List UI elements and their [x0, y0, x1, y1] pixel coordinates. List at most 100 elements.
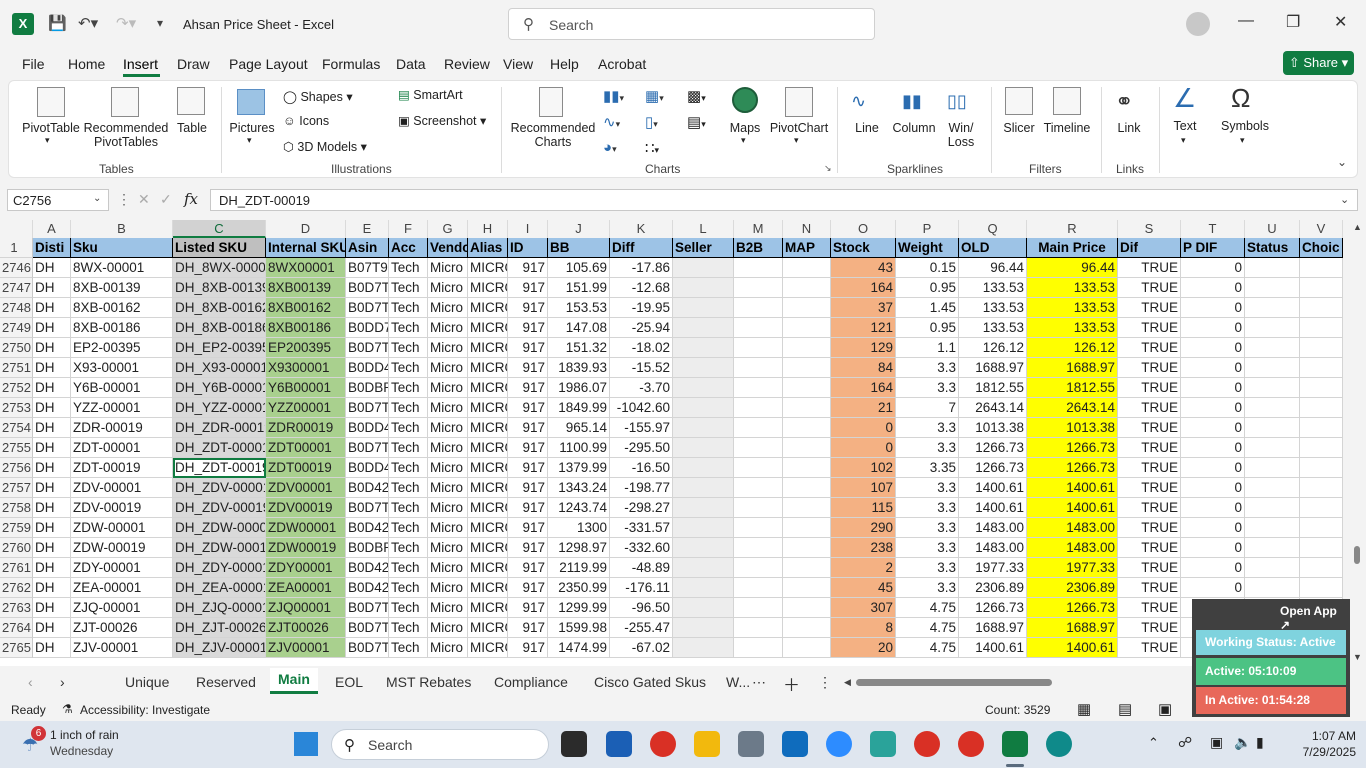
- cell[interactable]: 8XB00162: [266, 298, 346, 318]
- cell[interactable]: [783, 258, 831, 278]
- cell[interactable]: DH_8XB-00162: [173, 298, 266, 318]
- cell[interactable]: Tech: [389, 638, 428, 658]
- cell[interactable]: TRUE: [1118, 358, 1181, 378]
- cell[interactable]: [734, 598, 783, 618]
- row-header[interactable]: 2754: [0, 418, 33, 438]
- cell[interactable]: DH_ZDV-00019: [173, 498, 266, 518]
- cell[interactable]: DH_ZDW-00001: [173, 518, 266, 538]
- cell[interactable]: [1245, 538, 1300, 558]
- header-cell-weight[interactable]: Weight: [896, 238, 959, 258]
- cell[interactable]: 917: [508, 418, 548, 438]
- cell[interactable]: ZDW-00019: [71, 538, 173, 558]
- cell[interactable]: [783, 378, 831, 398]
- pictures-button[interactable]: Pictures: [227, 121, 277, 135]
- collapse-ribbon-icon[interactable]: ⌄: [1337, 155, 1347, 169]
- cell[interactable]: Micro: [428, 538, 468, 558]
- cell[interactable]: [1300, 278, 1343, 298]
- cell[interactable]: Tech: [389, 338, 428, 358]
- cell[interactable]: TRUE: [1118, 398, 1181, 418]
- cell[interactable]: -331.57: [610, 518, 673, 538]
- cell[interactable]: 133.53: [959, 298, 1027, 318]
- scroll-thumb[interactable]: [1354, 546, 1360, 564]
- clock-date[interactable]: 7/29/2025: [1282, 745, 1356, 759]
- cell[interactable]: [734, 338, 783, 358]
- cell[interactable]: -25.94: [610, 318, 673, 338]
- cell[interactable]: ZJT-00026: [71, 618, 173, 638]
- cell[interactable]: DH: [33, 538, 71, 558]
- app-icon[interactable]: [870, 731, 896, 757]
- cell[interactable]: 0: [1181, 478, 1245, 498]
- cell[interactable]: -1042.60: [610, 398, 673, 418]
- cell[interactable]: 1688.97: [959, 618, 1027, 638]
- cell[interactable]: 1300: [548, 518, 610, 538]
- header-cell-listed-sku[interactable]: Listed SKU: [173, 238, 266, 258]
- cell[interactable]: [734, 458, 783, 478]
- column-chart-icon[interactable]: ▮▮▾: [603, 87, 624, 105]
- cell[interactable]: 0: [1181, 458, 1245, 478]
- cell[interactable]: [1245, 298, 1300, 318]
- cell[interactable]: [673, 618, 734, 638]
- cell[interactable]: [673, 258, 734, 278]
- cell[interactable]: DH: [33, 638, 71, 658]
- cell[interactable]: TRUE: [1118, 498, 1181, 518]
- sheet-tab-mst-rebates[interactable]: MST Rebates: [386, 674, 471, 690]
- pie-chart-icon[interactable]: ◕▾: [603, 139, 617, 156]
- cell[interactable]: -332.60: [610, 538, 673, 558]
- cell[interactable]: 3.3: [896, 538, 959, 558]
- cell[interactable]: DH_ZJQ-00001: [173, 598, 266, 618]
- cell[interactable]: 3.35: [896, 458, 959, 478]
- cell[interactable]: 8WX00001: [266, 258, 346, 278]
- cell[interactable]: Tech: [389, 598, 428, 618]
- cell[interactable]: 151.99: [548, 278, 610, 298]
- cell[interactable]: MICRO: [468, 618, 508, 638]
- undo-icon[interactable]: ↶▾: [78, 14, 98, 32]
- tab-data[interactable]: Data: [396, 56, 426, 72]
- row-header[interactable]: 2753: [0, 398, 33, 418]
- cell[interactable]: 126.12: [1027, 338, 1118, 358]
- cell[interactable]: B0D42: [346, 478, 389, 498]
- cell[interactable]: ZJQ00001: [266, 598, 346, 618]
- cell[interactable]: [673, 558, 734, 578]
- cell[interactable]: 0: [1181, 518, 1245, 538]
- cell[interactable]: -198.77: [610, 478, 673, 498]
- cell[interactable]: B0D7TI: [346, 618, 389, 638]
- cell[interactable]: 917: [508, 578, 548, 598]
- cell[interactable]: 917: [508, 498, 548, 518]
- header-cell-acc[interactable]: Acc: [389, 238, 428, 258]
- cell[interactable]: [783, 478, 831, 498]
- cell[interactable]: Tech: [389, 438, 428, 458]
- cell[interactable]: Y6B00001: [266, 378, 346, 398]
- cell[interactable]: [1300, 258, 1343, 278]
- cell[interactable]: [734, 298, 783, 318]
- header-cell-main-price[interactable]: Main Price: [1027, 238, 1118, 258]
- cell[interactable]: ZDW-00001: [71, 518, 173, 538]
- cell[interactable]: [734, 398, 783, 418]
- cell[interactable]: [734, 498, 783, 518]
- cell[interactable]: DH: [33, 378, 71, 398]
- tab-help[interactable]: Help: [550, 56, 579, 72]
- header-cell-id[interactable]: ID: [508, 238, 548, 258]
- cell[interactable]: 164: [831, 378, 896, 398]
- cell[interactable]: [783, 558, 831, 578]
- cell[interactable]: [1300, 398, 1343, 418]
- row-header[interactable]: 2763: [0, 598, 33, 618]
- col-header-j[interactable]: J: [548, 220, 610, 238]
- tab-review[interactable]: Review: [444, 56, 490, 72]
- cell[interactable]: DH_8XB-00186: [173, 318, 266, 338]
- expand-formula-icon[interactable]: ⌄: [1340, 193, 1349, 206]
- cell[interactable]: 3.3: [896, 358, 959, 378]
- cell[interactable]: Micro: [428, 278, 468, 298]
- cell[interactable]: Micro: [428, 398, 468, 418]
- cell[interactable]: ZJQ-00001: [71, 598, 173, 618]
- cell[interactable]: 133.53: [959, 278, 1027, 298]
- cell[interactable]: [734, 578, 783, 598]
- col-header-i[interactable]: I: [508, 220, 548, 238]
- cell[interactable]: DH: [33, 338, 71, 358]
- cell[interactable]: 0: [1181, 498, 1245, 518]
- cell[interactable]: [1300, 338, 1343, 358]
- cell[interactable]: [673, 578, 734, 598]
- recommended-charts-button[interactable]: Recommended Charts: [509, 121, 597, 149]
- header-cell-sku[interactable]: Sku: [71, 238, 173, 258]
- cell[interactable]: [1300, 298, 1343, 318]
- accessibility-status[interactable]: Accessibility: Investigate: [80, 703, 210, 717]
